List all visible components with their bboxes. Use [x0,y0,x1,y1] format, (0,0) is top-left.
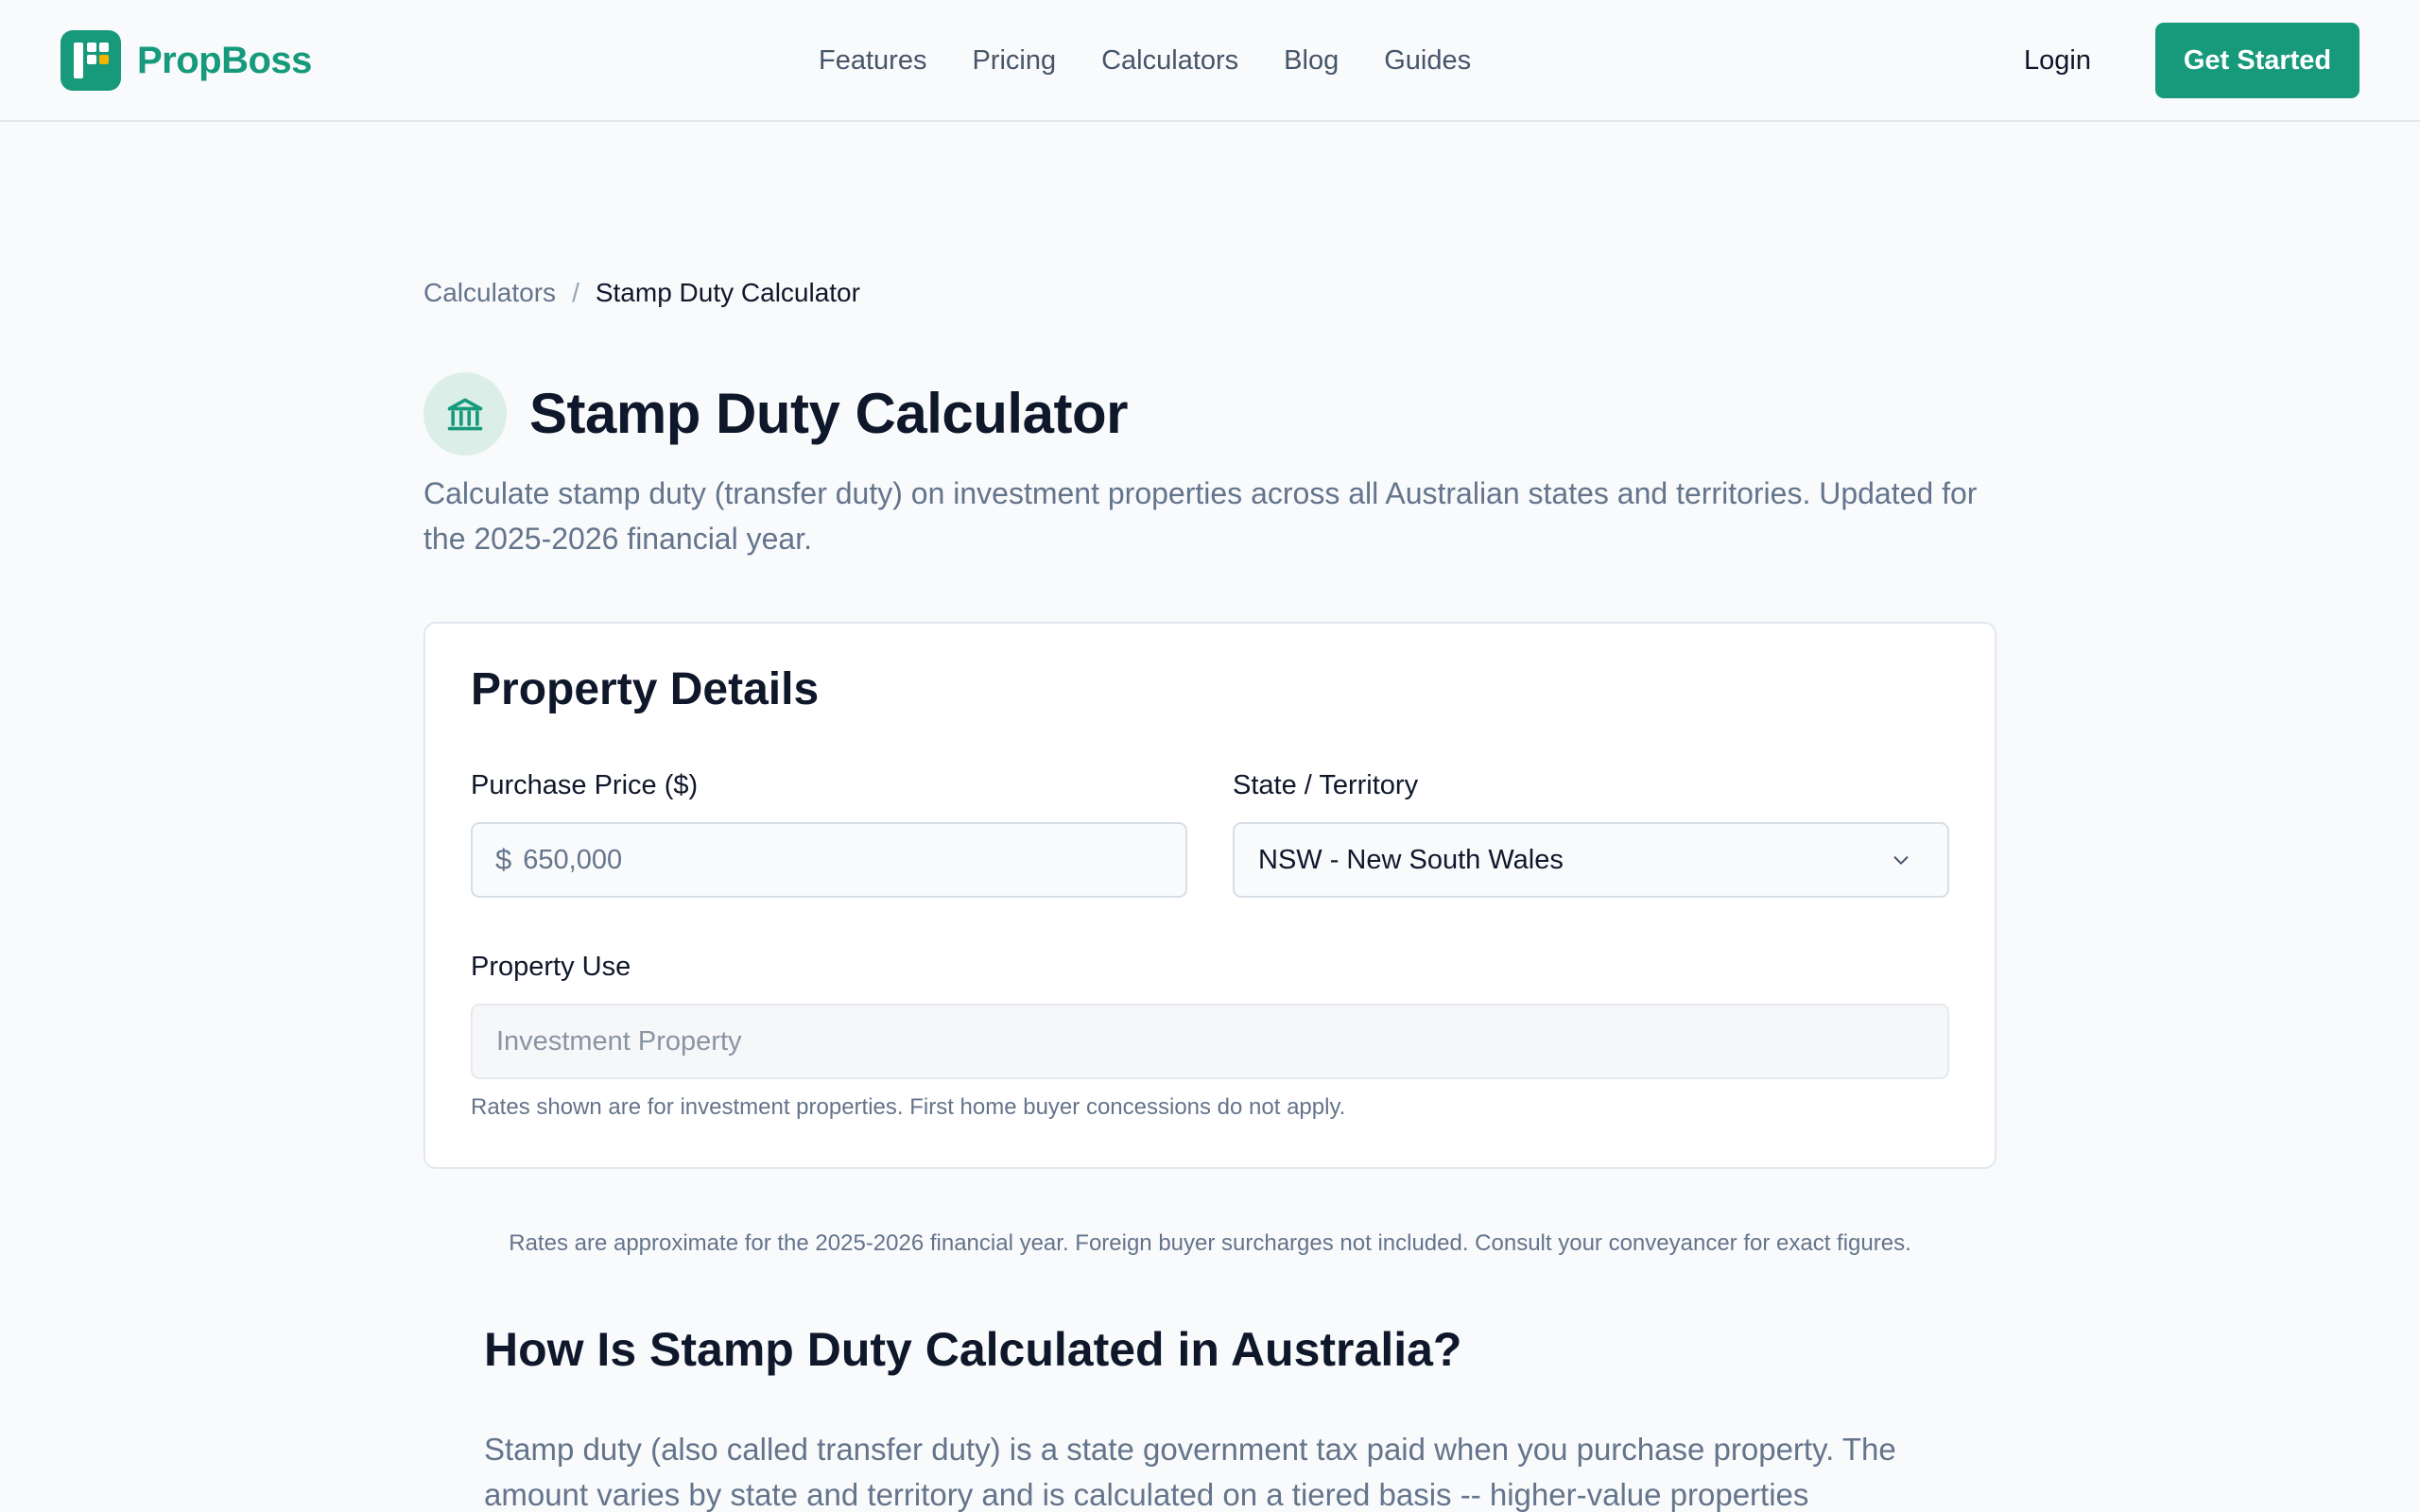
property-use-label: Property Use [471,952,631,982]
logo-icon [60,30,121,91]
purchase-price-label: Purchase Price ($) [471,770,699,800]
breadcrumb-current: Stamp Duty Calculator [595,278,860,307]
brand-name: PropBoss [137,39,312,81]
dollar-prefix: $ [495,843,512,876]
chevron-down-icon [1891,850,1911,870]
section-body: Stamp duty (also called transfer duty) i… [484,1432,1896,1512]
breadcrumb-calculators[interactable]: Calculators [424,276,556,310]
property-use-value: Investment Property [496,1025,742,1057]
get-started-button[interactable]: Get Started [2155,23,2360,98]
page-subtitle: Calculate stamp duty (transfer duty) on … [424,476,1978,556]
login-link[interactable]: Login [2024,42,2091,79]
bank-building-icon [424,372,507,455]
state-select[interactable]: NSW - New South Wales [1233,822,1949,898]
breadcrumb-separator: / [572,278,579,307]
nav-item-pricing[interactable]: Pricing [972,42,1056,79]
main-nav: Features Pricing Calculators Blog Guides [819,42,1516,79]
state-select-value: NSW - New South Wales [1258,844,1564,875]
nav-item-blog[interactable]: Blog [1284,42,1339,79]
section-title: How Is Stamp Duty Calculated in Australi… [484,1323,1462,1376]
purchase-price-input[interactable]: $ 650,000 [471,822,1187,898]
brand-logo[interactable]: PropBoss [60,30,312,91]
rates-disclaimer: Rates are approximate for the 2025-2026 … [509,1230,1911,1256]
page-title: Stamp Duty Calculator [529,382,1128,445]
investment-hint: Rates shown are for investment propertie… [471,1094,1346,1120]
property-use-field: Investment Property [471,1004,1949,1079]
card-title: Property Details [471,664,820,714]
nav-item-calculators[interactable]: Calculators [1101,42,1238,79]
state-label: State / Territory [1233,770,1419,800]
nav-item-features[interactable]: Features [819,42,926,79]
property-details-card: Property Details Purchase Price ($) $ 65… [424,622,1996,1169]
breadcrumb: Calculators / Stamp Duty Calculator [424,276,860,310]
site-header: PropBoss Features Pricing Calculators Bl… [0,0,2420,122]
purchase-price-value: 650,000 [523,844,623,875]
nav-item-guides[interactable]: Guides [1384,42,1471,79]
